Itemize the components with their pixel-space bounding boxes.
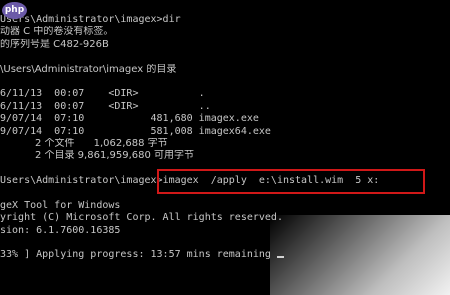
prompt-text: Users\Administrator\imagex>: [0, 175, 163, 187]
volume-label-line: 动器 C 中的卷没有标签。: [0, 26, 114, 38]
text-cursor: [276, 256, 284, 259]
progress-line: 33% ] Applying progress: 13:57 mins rema…: [0, 249, 450, 261]
dir-entry: 6/11/13 00:07 <DIR> .: [0, 88, 205, 100]
command-highlight-box: [157, 169, 425, 194]
dir-entry: 9/07/14 07:10 581,008 imagex64.exe: [0, 125, 271, 137]
directory-of-line: \Users\Administrator\imagex 的目录: [0, 63, 177, 75]
dir-entry: 6/11/13 00:07 <DIR> ..: [0, 100, 211, 112]
dir-summary-line: 2 个目录 9,861,959,680 可用字节: [0, 150, 195, 162]
file-summary-line: 2 个文件 1,062,688 字节: [0, 137, 168, 149]
watermark-text: php: [4, 5, 25, 15]
console-output: Users\Administrator\imagex>dir 动器 C 中的卷没…: [0, 14, 450, 262]
screenshot-root: { "watermark": { "text": "php" }, "termi…: [0, 0, 450, 295]
version-line: sion: 6.1.7600.16385: [0, 224, 121, 236]
dir-entry: 9/07/14 07:10 481,680 imagex.exe: [0, 113, 259, 125]
tool-name-line: geX Tool for Windows: [0, 199, 121, 211]
volume-serial-line: 的序列号是 C482-926B: [0, 38, 109, 50]
command-dir-line: Users\Administrator\imagex>dir: [0, 14, 181, 25]
progress-text: 33% ] Applying progress: 13:57 mins rema…: [0, 249, 271, 261]
copyright-line: yright (C) Microsoft Corp. All rights re…: [0, 212, 283, 224]
php-watermark-logo: php: [2, 2, 27, 19]
